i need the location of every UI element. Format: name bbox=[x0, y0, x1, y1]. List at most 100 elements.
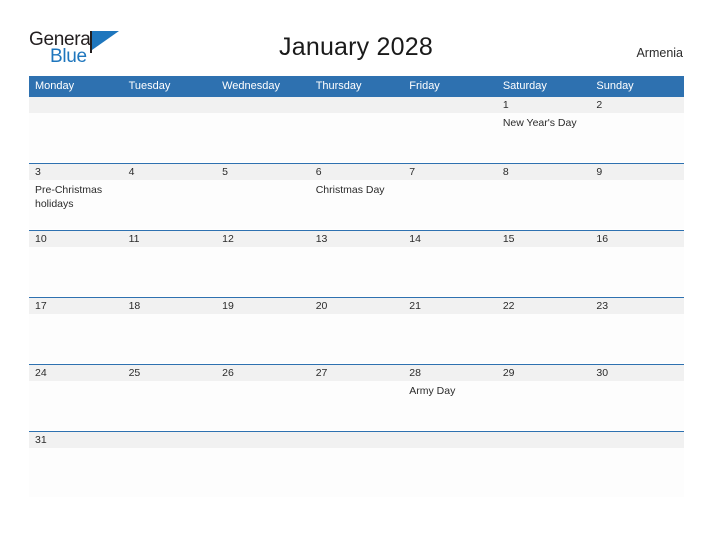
day-number-band: 3 4 5 6 7 8 9 bbox=[29, 164, 684, 180]
day-event bbox=[497, 247, 591, 296]
day-event bbox=[403, 113, 497, 162]
week-row: 1 2 New Year's Day bbox=[29, 96, 684, 163]
page-title: January 2028 bbox=[279, 33, 433, 61]
day-number[interactable] bbox=[29, 97, 123, 113]
day-number[interactable] bbox=[123, 432, 217, 448]
weekday-tuesday: Tuesday bbox=[128, 80, 171, 92]
day-event bbox=[310, 381, 404, 430]
day-number[interactable]: 26 bbox=[216, 365, 310, 381]
country-label: Armenia bbox=[636, 46, 683, 60]
day-number-band: 17 18 19 20 21 22 23 bbox=[29, 298, 684, 314]
day-event bbox=[216, 448, 310, 497]
day-number[interactable]: 17 bbox=[29, 298, 123, 314]
day-number[interactable]: 21 bbox=[403, 298, 497, 314]
week-row: 24 25 26 27 28 29 30 Army Day bbox=[29, 364, 684, 431]
day-number[interactable]: 25 bbox=[123, 365, 217, 381]
day-number[interactable]: 22 bbox=[497, 298, 591, 314]
day-number-band: 24 25 26 27 28 29 30 bbox=[29, 365, 684, 381]
day-number[interactable]: 31 bbox=[29, 432, 123, 448]
day-event-band bbox=[29, 247, 684, 296]
day-event-band: Army Day bbox=[29, 381, 684, 430]
day-event bbox=[310, 448, 404, 497]
day-number[interactable] bbox=[403, 97, 497, 113]
week-row: 17 18 19 20 21 22 23 bbox=[29, 297, 684, 364]
day-number[interactable]: 23 bbox=[590, 298, 684, 314]
day-number[interactable] bbox=[497, 432, 591, 448]
day-number[interactable]: 15 bbox=[497, 231, 591, 247]
day-number[interactable] bbox=[123, 97, 217, 113]
day-number[interactable]: 24 bbox=[29, 365, 123, 381]
weekday-friday: Friday bbox=[409, 80, 440, 92]
weekday-monday: Monday bbox=[35, 80, 75, 92]
weekday-thursday: Thursday bbox=[315, 80, 362, 92]
day-number[interactable]: 9 bbox=[590, 164, 684, 180]
day-number[interactable]: 5 bbox=[216, 164, 310, 180]
day-event bbox=[590, 247, 684, 296]
day-event bbox=[590, 448, 684, 497]
day-number[interactable]: 4 bbox=[123, 164, 217, 180]
day-event bbox=[590, 314, 684, 363]
day-number[interactable]: 1 bbox=[497, 97, 591, 113]
day-number[interactable]: 20 bbox=[310, 298, 404, 314]
day-event bbox=[310, 314, 404, 363]
day-number[interactable]: 10 bbox=[29, 231, 123, 247]
day-number[interactable]: 12 bbox=[216, 231, 310, 247]
day-event-band: New Year's Day bbox=[29, 113, 684, 162]
day-number[interactable]: 30 bbox=[590, 365, 684, 381]
day-event-band bbox=[29, 448, 684, 497]
day-number[interactable]: 18 bbox=[123, 298, 217, 314]
day-event bbox=[123, 381, 217, 430]
day-event-band: Pre-Christmas holidays Christmas Day bbox=[29, 180, 684, 229]
day-event bbox=[590, 113, 684, 162]
day-event bbox=[590, 381, 684, 430]
day-event bbox=[216, 180, 310, 229]
day-number[interactable]: 29 bbox=[497, 365, 591, 381]
day-event bbox=[497, 448, 591, 497]
day-event bbox=[216, 247, 310, 296]
day-number[interactable]: 2 bbox=[590, 97, 684, 113]
day-number[interactable] bbox=[590, 432, 684, 448]
day-number[interactable] bbox=[216, 432, 310, 448]
day-event bbox=[123, 247, 217, 296]
day-event bbox=[216, 381, 310, 430]
day-event: New Year's Day bbox=[502, 117, 577, 129]
day-number-band: 31 bbox=[29, 432, 684, 448]
day-event bbox=[29, 113, 123, 162]
day-event bbox=[403, 247, 497, 296]
day-number[interactable]: 14 bbox=[403, 231, 497, 247]
day-event bbox=[29, 314, 123, 363]
day-event bbox=[123, 113, 217, 162]
day-event bbox=[497, 314, 591, 363]
day-event bbox=[497, 381, 591, 430]
day-event bbox=[403, 448, 497, 497]
day-number[interactable] bbox=[310, 97, 404, 113]
day-number[interactable]: 6 bbox=[310, 164, 404, 180]
calendar-grid: Monday Tuesday Wednesday Thursday Friday… bbox=[29, 76, 684, 498]
page-header: General Blue January 2028 Armenia bbox=[0, 0, 712, 76]
day-number[interactable]: 13 bbox=[310, 231, 404, 247]
day-event: Pre-Christmas holidays bbox=[35, 184, 103, 210]
weekday-saturday: Saturday bbox=[502, 80, 547, 92]
day-number[interactable]: 27 bbox=[310, 365, 404, 381]
day-event-band bbox=[29, 314, 684, 363]
weekday-header-row: Monday Tuesday Wednesday Thursday Friday… bbox=[29, 76, 684, 96]
day-number[interactable]: 19 bbox=[216, 298, 310, 314]
day-number[interactable]: 11 bbox=[123, 231, 217, 247]
day-event bbox=[29, 247, 123, 296]
day-number[interactable] bbox=[403, 432, 497, 448]
weekday-wednesday: Wednesday bbox=[222, 80, 281, 92]
calendar-page: General Blue January 2028 Armenia Monday… bbox=[0, 0, 712, 550]
week-row: 10 11 12 13 14 15 16 bbox=[29, 230, 684, 297]
day-number[interactable]: 28 bbox=[403, 365, 497, 381]
day-number[interactable]: 16 bbox=[590, 231, 684, 247]
day-number[interactable]: 8 bbox=[497, 164, 591, 180]
day-number[interactable] bbox=[216, 97, 310, 113]
day-number[interactable]: 3 bbox=[29, 164, 123, 180]
day-number[interactable] bbox=[310, 432, 404, 448]
day-event bbox=[590, 180, 684, 229]
day-event bbox=[310, 113, 404, 162]
weekday-sunday: Sunday bbox=[596, 80, 634, 92]
day-number[interactable]: 7 bbox=[403, 164, 497, 180]
day-number-band: 10 11 12 13 14 15 16 bbox=[29, 231, 684, 247]
day-event bbox=[403, 314, 497, 363]
